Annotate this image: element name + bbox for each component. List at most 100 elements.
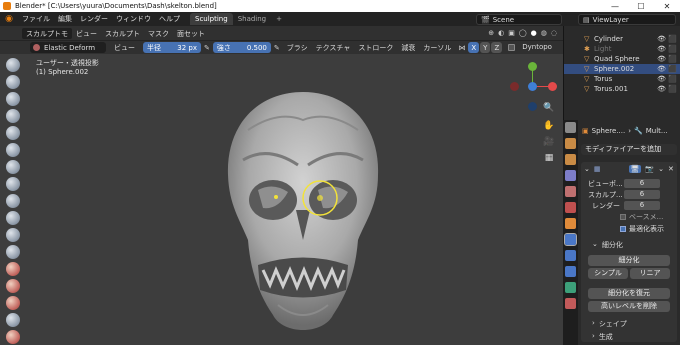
menu-help[interactable]: ヘルプ bbox=[155, 14, 184, 24]
shape-section[interactable]: › シェイプ bbox=[592, 319, 680, 329]
render-levels-field[interactable]: 6 bbox=[624, 201, 660, 210]
menu-sculpt[interactable]: スカルプト bbox=[101, 28, 144, 39]
snake-hook-brush-icon[interactable] bbox=[6, 330, 20, 344]
optimal-display-checkbox[interactable] bbox=[620, 226, 626, 232]
clay-strips-brush-icon[interactable] bbox=[6, 109, 20, 123]
gizmo-neg-x-icon[interactable] bbox=[510, 82, 519, 91]
base-mesh-checkbox[interactable] bbox=[620, 214, 626, 220]
visibility-eye-icon[interactable]: 👁 ⬛ bbox=[657, 65, 677, 73]
chevron-down-icon[interactable]: ⌄ bbox=[584, 165, 590, 173]
visibility-eye-icon[interactable]: 👁 ⬛ bbox=[657, 75, 677, 83]
strength-field[interactable]: 強さ 0.500 bbox=[212, 42, 271, 53]
pen-pressure-icon-2[interactable]: ✎ bbox=[274, 44, 280, 52]
unsubdivide-button[interactable]: 細分化を復元 bbox=[588, 288, 670, 299]
scrape-brush-icon[interactable] bbox=[6, 262, 20, 276]
zoom-icon[interactable]: 🔍 bbox=[543, 102, 555, 114]
object-tab-icon[interactable] bbox=[565, 218, 576, 229]
gizmo-x-icon[interactable] bbox=[548, 82, 557, 91]
outliner-item-torus-001[interactable]: ▽ Torus.001 👁 ⬛ bbox=[564, 84, 680, 94]
shading-material-icon[interactable]: ◍ bbox=[541, 29, 547, 37]
outliner-item-cylinder[interactable]: ▽ Cylinder 👁 ⬛ bbox=[564, 34, 680, 44]
scene-selector[interactable]: 🎬 Scene bbox=[476, 14, 562, 25]
visibility-eye-icon[interactable]: 👁 ⬛ bbox=[657, 35, 677, 43]
menu-render[interactable]: レンダー bbox=[76, 14, 112, 24]
simple-button[interactable]: シンプル bbox=[588, 268, 628, 279]
multiplane-scrape-brush-icon[interactable] bbox=[6, 279, 20, 293]
gizmo-toggle-icon[interactable]: ⊕ bbox=[488, 29, 494, 37]
outliner-item-sphere-002[interactable]: ▽ Sphere.002 👁 ⬛ bbox=[564, 64, 680, 74]
inflate-brush-icon[interactable] bbox=[6, 160, 20, 174]
gizmo-y-icon[interactable] bbox=[528, 62, 537, 71]
dropdown-cursor[interactable]: カーソル bbox=[419, 42, 455, 53]
fill-brush-icon[interactable] bbox=[6, 245, 20, 259]
smooth-brush-icon[interactable] bbox=[6, 211, 20, 225]
menu-face-sets[interactable]: 面セット bbox=[173, 28, 209, 39]
mirror-y-toggle[interactable]: Y bbox=[480, 42, 491, 53]
viewlayer-selector[interactable]: ▤ ViewLayer bbox=[578, 14, 676, 25]
modifier-tab-icon[interactable] bbox=[564, 233, 577, 246]
menu-mask[interactable]: マスク bbox=[144, 28, 173, 39]
3d-viewport[interactable]: ユーザー・透視投影 (1) Sphere.002 ✋ 🎥 ▦ 🔍 bbox=[0, 54, 563, 345]
pen-pressure-icon[interactable]: ✎ bbox=[204, 44, 210, 52]
pan-hand-icon[interactable]: ✋ bbox=[543, 120, 555, 132]
blender-menu-icon[interactable]: ◉ bbox=[4, 14, 14, 24]
linear-button[interactable]: リニア bbox=[630, 268, 670, 279]
minimize-icon[interactable]: — bbox=[602, 0, 628, 12]
visibility-eye-icon[interactable]: 👁 ⬛ bbox=[657, 85, 677, 93]
grab-brush-icon[interactable] bbox=[6, 313, 20, 327]
dyntopo-checkbox[interactable] bbox=[508, 44, 516, 51]
mirror-z-toggle[interactable]: Z bbox=[491, 42, 503, 53]
gizmo-neg-z-icon[interactable] bbox=[528, 102, 537, 111]
viewport-levels-field[interactable]: 6 bbox=[624, 179, 660, 188]
subdivide-section[interactable]: ⌄ 細分化 bbox=[592, 240, 680, 250]
particles-tab-icon[interactable] bbox=[565, 250, 576, 261]
draw-sharp-brush-icon[interactable] bbox=[6, 75, 20, 89]
dropdown-falloff[interactable]: 減衰 bbox=[397, 42, 419, 53]
output-tab-icon[interactable] bbox=[565, 154, 576, 165]
physics-tab-icon[interactable] bbox=[565, 266, 576, 277]
tab-shading[interactable]: Shading bbox=[233, 13, 271, 25]
visibility-eye-icon[interactable]: 👁 ⬛ bbox=[657, 55, 677, 63]
dyntopo-label[interactable]: Dyntopo bbox=[518, 42, 556, 53]
tab-sculpting[interactable]: Sculpting bbox=[190, 13, 233, 25]
dropdown-brush[interactable]: ブラシ bbox=[283, 42, 312, 53]
menu-file[interactable]: ファイル bbox=[18, 14, 54, 24]
dropdown-texture[interactable]: テクスチャ bbox=[312, 42, 355, 53]
show-render-icon[interactable]: 📷 bbox=[645, 165, 654, 173]
scene-tab-icon[interactable] bbox=[565, 186, 576, 197]
dropdown-stroke[interactable]: ストローク bbox=[354, 42, 397, 53]
subdivide-button[interactable]: 細分化 bbox=[588, 255, 670, 266]
menu-edit[interactable]: 編集 bbox=[54, 14, 76, 24]
maximize-icon[interactable]: ☐ bbox=[628, 0, 654, 12]
clay-brush-icon[interactable] bbox=[6, 92, 20, 106]
xray-icon[interactable]: ▣ bbox=[508, 29, 515, 37]
delete-higher-button[interactable]: 高いレベルを削除 bbox=[588, 301, 670, 312]
draw-brush-icon[interactable] bbox=[6, 58, 20, 72]
radius-field[interactable]: 半径 32 px bbox=[143, 42, 201, 53]
render-tab-icon[interactable] bbox=[565, 138, 576, 149]
mirror-x-toggle[interactable]: X bbox=[468, 42, 480, 53]
ortho-grid-icon[interactable]: ▦ bbox=[543, 152, 555, 164]
crease-brush-icon[interactable] bbox=[6, 194, 20, 208]
gizmo-z-icon[interactable] bbox=[528, 82, 537, 91]
shading-solid-icon[interactable]: ● bbox=[531, 29, 537, 37]
add-modifier-button[interactable]: モディファイアーを追加 bbox=[581, 144, 677, 155]
dropdown-icon[interactable]: ⌄ bbox=[658, 165, 664, 173]
clay-thumb-brush-icon[interactable] bbox=[6, 126, 20, 140]
brush-selector[interactable]: Elastic Deform bbox=[30, 42, 106, 53]
material-tab-icon[interactable] bbox=[565, 298, 576, 309]
close-icon[interactable]: ✕ bbox=[654, 0, 680, 12]
show-viewport-icon[interactable]: 🖥 bbox=[628, 165, 642, 173]
shading-render-icon[interactable]: ◌ bbox=[551, 29, 557, 37]
visibility-eye-icon[interactable]: 👁 ⬛ bbox=[657, 45, 677, 53]
overlay-toggle-icon[interactable]: ◐ bbox=[498, 29, 504, 37]
layer-brush-icon[interactable] bbox=[6, 143, 20, 157]
sculpt-levels-field[interactable]: 6 bbox=[624, 190, 660, 199]
add-workspace-button[interactable]: + bbox=[271, 13, 287, 25]
blob-brush-icon[interactable] bbox=[6, 177, 20, 191]
tool-tab-icon[interactable] bbox=[565, 122, 576, 133]
generate-section[interactable]: › 生成 bbox=[592, 332, 680, 342]
shading-wire-icon[interactable]: ◯ bbox=[519, 29, 527, 37]
world-tab-icon[interactable] bbox=[565, 202, 576, 213]
menu-window[interactable]: ウィンドウ bbox=[112, 14, 155, 24]
